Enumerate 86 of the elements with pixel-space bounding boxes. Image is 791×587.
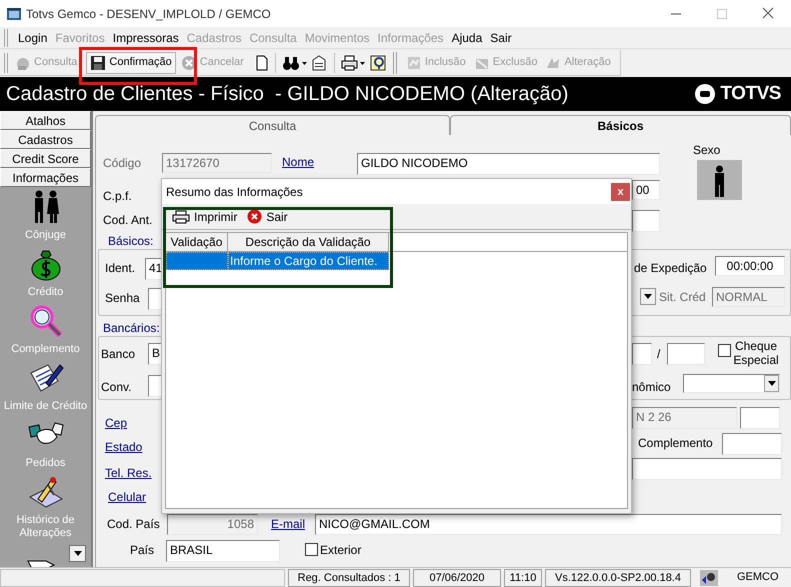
field-label: Complemento bbox=[638, 436, 713, 450]
scroll-down-button[interactable] bbox=[69, 545, 86, 562]
status-text: Reg. Consultados : 1 bbox=[288, 568, 410, 586]
group-label: Bancários: bbox=[102, 321, 161, 335]
status-text: Vs.122.0.0.0-SP2.00.18.4 bbox=[545, 568, 691, 586]
sidebar-section-button[interactable]: Informações bbox=[0, 168, 91, 187]
field-link[interactable]: Celular bbox=[108, 490, 146, 504]
field-label: Sexo bbox=[693, 143, 720, 157]
tab[interactable]: Básicos bbox=[450, 115, 791, 135]
field-link[interactable]: Estado bbox=[105, 440, 142, 454]
user-connection-icon bbox=[700, 570, 718, 586]
printer-icon bbox=[172, 210, 190, 224]
field-label: Senha bbox=[105, 291, 140, 305]
field-link[interactable]: Tel. Res. bbox=[105, 466, 152, 480]
sidebar-section-button[interactable]: Credit Score bbox=[0, 149, 91, 168]
screen-title: Cadastro de Clientes - Físico - GILDO NICODEMO (Alteração) bbox=[6, 82, 568, 107]
status-text: 11:10 bbox=[504, 568, 542, 586]
field-link[interactable]: Cep bbox=[105, 416, 128, 430]
text-field[interactable] bbox=[148, 288, 162, 310]
field-label: C.p.f. bbox=[103, 189, 132, 203]
toolbar-button[interactable]: Confirmação bbox=[86, 52, 176, 74]
menu-item[interactable]: Sair bbox=[486, 28, 516, 46]
field-label: Ident. bbox=[105, 261, 136, 275]
dialog-title: Resumo das Informações bbox=[166, 184, 303, 200]
field-label: Exterior bbox=[320, 543, 362, 557]
text-field[interactable] bbox=[632, 210, 660, 232]
pencil-on-paper-icon[interactable] bbox=[28, 475, 64, 509]
print-button[interactable]: Imprimir bbox=[172, 208, 238, 226]
status-text: GEMCO bbox=[737, 570, 779, 586]
checkbox[interactable] bbox=[718, 344, 731, 357]
column-header[interactable]: Descrição da Validação bbox=[228, 233, 389, 251]
field-label: País bbox=[130, 543, 154, 557]
sidebar-section-button[interactable]: Atalhos bbox=[0, 111, 91, 130]
app-icon bbox=[6, 6, 22, 22]
column-header[interactable]: Validação bbox=[166, 233, 228, 251]
binoculars-icon[interactable] bbox=[282, 54, 308, 70]
text-field[interactable]: NICO@GMAIL.COM bbox=[315, 514, 782, 535]
text-field[interactable]: BRASIL bbox=[166, 540, 280, 562]
letter-document-icon[interactable] bbox=[310, 54, 328, 72]
dropdown-field[interactable] bbox=[683, 374, 780, 393]
man-figure-icon[interactable] bbox=[697, 160, 742, 200]
close-button[interactable]: x bbox=[611, 182, 630, 200]
tab[interactable]: Consulta bbox=[95, 115, 450, 135]
new-document-icon[interactable] bbox=[254, 54, 269, 70]
caret-down-icon bbox=[74, 551, 82, 556]
logo-text: TOTVS bbox=[720, 82, 781, 106]
magnifier-icon[interactable] bbox=[28, 304, 62, 338]
sidebar-section-button[interactable]: Cadastros bbox=[0, 130, 91, 149]
field-label: de Expedição bbox=[634, 261, 707, 275]
text-field[interactable]: 00 bbox=[632, 180, 660, 200]
text-field[interactable] bbox=[722, 433, 782, 455]
menu-item[interactable]: Impressoras bbox=[108, 28, 183, 46]
field-link[interactable]: E-mail bbox=[271, 517, 306, 531]
group-label: Básicos: bbox=[107, 234, 154, 248]
checkbox[interactable] bbox=[305, 543, 318, 556]
menu-item[interactable]: Login bbox=[14, 28, 52, 46]
close-circle-icon bbox=[247, 209, 262, 224]
caret-down-icon bbox=[644, 294, 652, 299]
text-field[interactable] bbox=[632, 343, 652, 365]
field-link[interactable]: Nome bbox=[282, 155, 314, 169]
text-field[interactable]: GILDO NICODEMO bbox=[357, 153, 660, 175]
field-label: Banco bbox=[101, 347, 136, 361]
text-field[interactable] bbox=[740, 407, 780, 429]
cancel-icon bbox=[180, 54, 197, 70]
field-label: / bbox=[657, 347, 660, 361]
exit-button[interactable]: Sair bbox=[247, 208, 288, 226]
field-label: Código bbox=[103, 156, 142, 170]
window-title: Totvs Gemco - DESENV_IMPLOLD / GEMCO bbox=[26, 6, 271, 22]
caret-down-icon bbox=[768, 381, 776, 386]
text-field[interactable] bbox=[148, 375, 162, 397]
field-label: Cod. Ant. bbox=[103, 213, 152, 227]
circle-logo-icon bbox=[694, 83, 716, 105]
field-label: Cheque Especial bbox=[733, 339, 779, 367]
status-text: 07/06/2020 bbox=[413, 568, 501, 586]
text-field[interactable] bbox=[632, 458, 782, 480]
menu-item[interactable]: Ajuda bbox=[448, 28, 486, 46]
dropdown-button[interactable] bbox=[640, 288, 656, 305]
field-label: Cod. País bbox=[107, 517, 160, 531]
field-label: Sit. Créd bbox=[659, 290, 706, 304]
field-label: Conv. bbox=[101, 380, 132, 394]
table-cell: Informe o Cargo do Cliente. bbox=[228, 252, 389, 270]
text-field[interactable] bbox=[667, 343, 705, 365]
text-field[interactable]: 00:00:00 bbox=[715, 256, 785, 276]
printer-icon[interactable] bbox=[340, 54, 367, 70]
field-label: nômico bbox=[632, 380, 671, 394]
maximize-icon bbox=[717, 8, 727, 18]
